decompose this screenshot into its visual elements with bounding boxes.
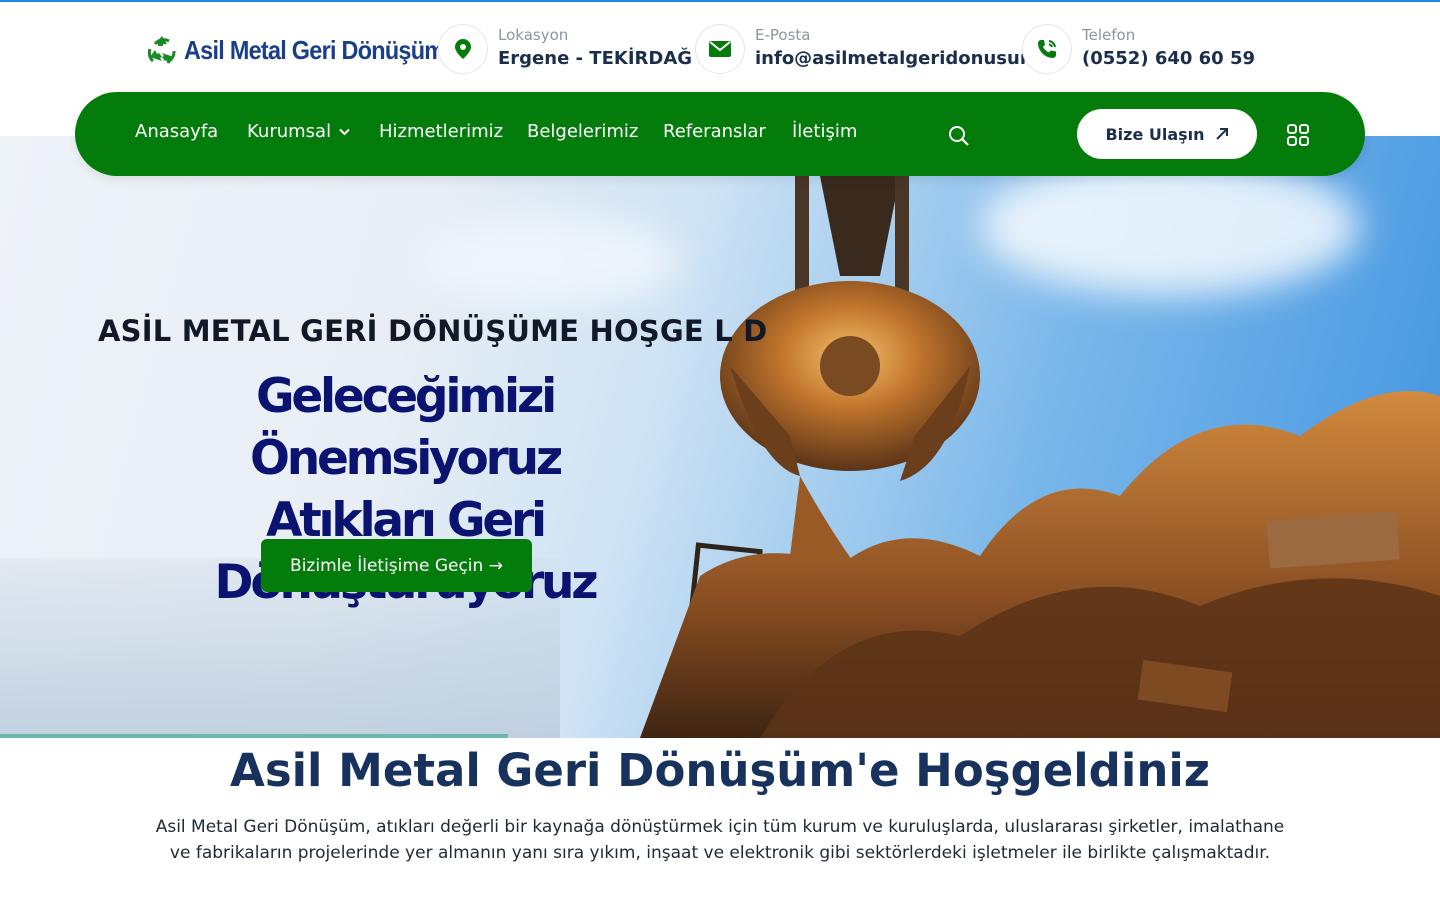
nav-item-anasayfa[interactable]: Anasayfa xyxy=(135,121,218,142)
hero-slider-progress xyxy=(0,734,508,738)
email-value[interactable]: info@asilmetalgeridonusum xyxy=(755,45,1039,73)
nav-item-kurumsal[interactable]: Kurumsal xyxy=(247,121,350,142)
hero-contact-button[interactable]: Bizimle İletişime Geçin → xyxy=(261,539,532,592)
nav-item-kurumsal-label: Kurumsal xyxy=(247,121,332,142)
location-pin-icon xyxy=(438,24,488,74)
phone-label: Telefon xyxy=(1082,26,1136,44)
site-logo[interactable]: Asil Metal Geri Dönüşüm xyxy=(144,30,473,70)
arrow-up-right-icon xyxy=(1215,128,1228,140)
email-label: E-Posta xyxy=(755,26,811,44)
welcome-text: Asil Metal Geri Dönüşüm, atıkları değerl… xyxy=(155,817,1285,863)
nav-item-belgelerimiz[interactable]: Belgelerimiz xyxy=(527,121,638,142)
main-navbar: Anasayfa Kurumsal Hizmetlerimiz Belgeler… xyxy=(75,92,1365,176)
nav-item-referanslar[interactable]: Referanslar xyxy=(663,121,766,142)
location-value: Ergene - TEKİRDAĞ xyxy=(498,48,693,69)
welcome-title: Asil Metal Geri Dönüşüm'e Hoşgeldiniz xyxy=(230,744,1210,797)
phone-info: Telefon (0552) 640 60 59 xyxy=(1022,24,1255,74)
logo-text: Asil Metal Geri Dönüşüm xyxy=(184,34,445,65)
hero-title-line1: Geleceğimizi Önemsiyoruz xyxy=(249,369,563,486)
location-label: Lokasyon xyxy=(498,26,569,44)
phone-value[interactable]: (0552) 640 60 59 xyxy=(1082,45,1255,73)
recycle-icon xyxy=(144,32,180,68)
email-info: E-Posta info@asilmetalgeridonusum xyxy=(695,24,1039,74)
nav-item-iletisim[interactable]: İletişim xyxy=(792,121,857,142)
grid-menu-icon[interactable] xyxy=(1287,124,1309,146)
location-info: Lokasyon Ergene - TEKİRDAĞ xyxy=(438,24,692,74)
chevron-down-icon xyxy=(339,128,350,135)
contact-us-label: Bize Ulaşın xyxy=(1105,124,1205,144)
header-top-bar: Asil Metal Geri Dönüşüm Lokasyon Ergene … xyxy=(0,2,1440,100)
envelope-icon xyxy=(695,24,745,74)
phone-icon xyxy=(1022,24,1072,74)
contact-us-button[interactable]: Bize Ulaşın xyxy=(1077,109,1257,159)
search-icon[interactable] xyxy=(947,124,971,148)
nav-item-hizmetlerimiz[interactable]: Hizmetlerimiz xyxy=(379,121,503,142)
hero-subtitle: ASİL METAL GERİ DÖNÜŞÜME HOŞGE L D xyxy=(98,314,768,348)
